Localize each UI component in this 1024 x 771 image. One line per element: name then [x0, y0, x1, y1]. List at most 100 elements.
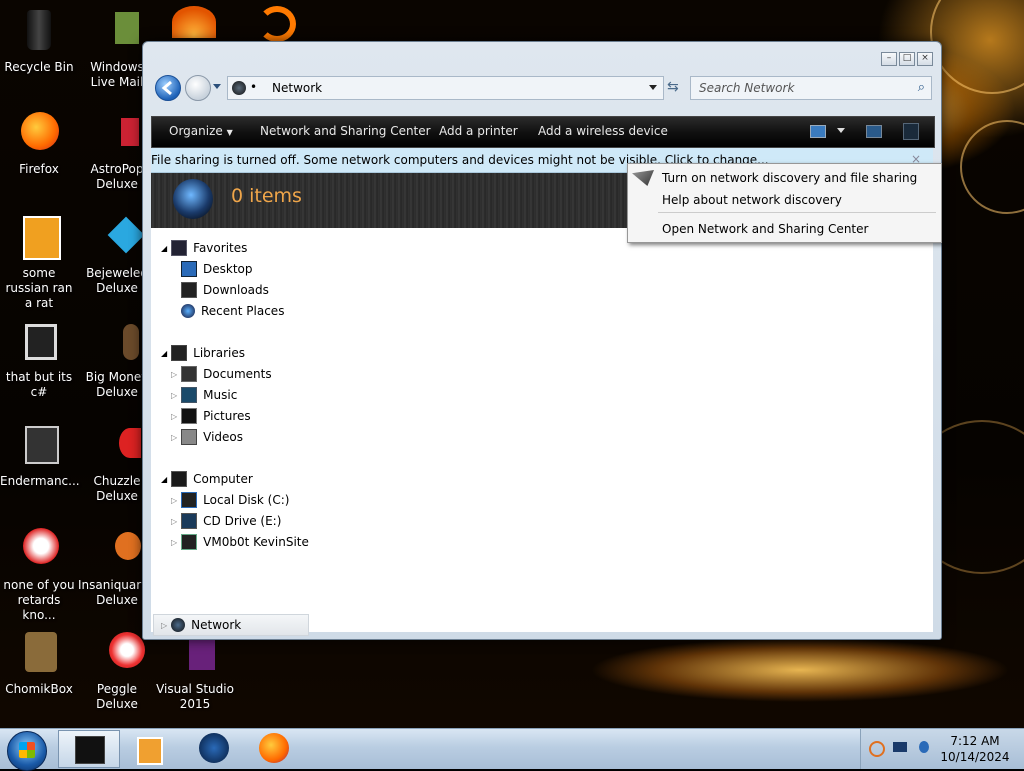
- help-icon[interactable]: [903, 123, 919, 140]
- desktop-icon-that-but-its-c[interactable]: that but its c#: [0, 318, 78, 400]
- tree-label: Downloads: [203, 283, 269, 297]
- chomikbox-icon: [15, 630, 63, 678]
- tree-label: VM0b0t KevinSite: [203, 535, 309, 549]
- tree-item-local-disk[interactable]: ▷ Local Disk (C:): [171, 490, 289, 510]
- view-dropdown-icon[interactable]: [837, 128, 845, 133]
- tree-label: Music: [203, 388, 238, 402]
- tree-label: Videos: [203, 430, 244, 444]
- tree-item-libraries[interactable]: ◢ Libraries: [161, 343, 245, 363]
- clock-date[interactable]: 10/14/2024: [939, 750, 1011, 764]
- shortcut-icon: [15, 318, 63, 366]
- address-text: Network: [272, 81, 323, 95]
- desktop-icon-recycle-bin[interactable]: Recycle Bin: [0, 8, 78, 75]
- system-tray: 7:12 AM 10/14/2024: [860, 729, 1024, 769]
- command-bar: Organize ▼ Network and Sharing Center Ad…: [151, 116, 935, 148]
- minimize-button[interactable]: –: [881, 52, 897, 66]
- recent-pages-dropdown[interactable]: [213, 84, 221, 89]
- chevron-down-icon: ▼: [226, 128, 233, 137]
- network-sharing-center-button[interactable]: Network and Sharing Center: [260, 124, 431, 138]
- collapse-arrow-icon: ▷: [161, 620, 168, 630]
- search-tray-icon[interactable]: [869, 741, 885, 757]
- navigation-bar: • Network ⇆ Search Network ⌕: [153, 73, 932, 103]
- network-globe-icon[interactable]: [199, 733, 229, 763]
- tree-item-network[interactable]: ▷ Network: [161, 615, 241, 635]
- clock-time[interactable]: 7:12 AM: [945, 734, 1005, 748]
- maximize-button[interactable]: □: [899, 52, 915, 66]
- chuzzle-icon: [93, 422, 141, 470]
- collapse-arrow-icon: ▷: [171, 411, 178, 421]
- recent-places-icon: [181, 304, 195, 318]
- recycle-bin-icon: [15, 8, 63, 56]
- pictures-icon: [181, 408, 198, 424]
- tree-item-computer[interactable]: ◢ Computer: [161, 469, 253, 489]
- back-arrow-icon: [161, 80, 172, 96]
- desktop-icon-none-of-you[interactable]: none of you retards kno...: [0, 526, 78, 623]
- app-icon: [15, 526, 63, 574]
- desktop-icon: [181, 261, 197, 277]
- change-view-icon[interactable]: [810, 125, 826, 138]
- tree-label: Favorites: [193, 241, 248, 255]
- shield-icon: [632, 170, 654, 186]
- tree-label: Documents: [203, 367, 272, 381]
- forward-button[interactable]: [185, 75, 211, 101]
- downloads-icon: [181, 282, 197, 298]
- search-icon[interactable]: ⌕: [918, 80, 925, 95]
- search-box[interactable]: Search Network ⌕: [690, 76, 932, 100]
- tree-label: Pictures: [203, 409, 251, 423]
- firefox-icon[interactable]: [172, 6, 216, 38]
- menu-item-open-network-sharing-center[interactable]: Open Network and Sharing Center: [662, 222, 868, 236]
- media-player-icon[interactable]: [137, 737, 163, 765]
- tree-item-downloads[interactable]: Downloads: [181, 280, 269, 300]
- desktop-icon-endermanc[interactable]: Endermanc...: [0, 422, 80, 489]
- organize-button[interactable]: Organize ▼: [169, 124, 233, 138]
- tree-label: Local Disk (C:): [203, 493, 290, 507]
- app-icon[interactable]: [258, 6, 296, 42]
- tree-item-cd-drive[interactable]: ▷ CD Drive (E:): [171, 511, 281, 531]
- tree-item-music[interactable]: ▷ Music: [171, 385, 237, 405]
- add-printer-button[interactable]: Add a printer: [439, 124, 518, 138]
- astropop-icon: [93, 110, 141, 158]
- insaniquarium-icon: [93, 526, 141, 574]
- firefox-icon[interactable]: [259, 733, 289, 763]
- desktop-icon-peggle-deluxe[interactable]: Peggle Deluxe: [78, 630, 156, 712]
- refresh-icon[interactable]: ⇆: [667, 79, 679, 95]
- desktop-icon-visual-studio[interactable]: Visual Studio 2015: [156, 630, 234, 712]
- bejeweled-icon: [93, 214, 145, 262]
- tree-label: CD Drive (E:): [203, 514, 282, 528]
- big-money-icon: [93, 318, 141, 366]
- documents-icon: [181, 366, 198, 382]
- tree-item-documents[interactable]: ▷ Documents: [171, 364, 272, 384]
- taskbar-button-explorer[interactable]: [58, 730, 120, 768]
- network-icon: [232, 81, 246, 95]
- network-drive-icon: [181, 534, 198, 550]
- preview-pane-icon[interactable]: [866, 125, 882, 138]
- desktop-icon-chomikbox[interactable]: ChomikBox: [0, 630, 78, 697]
- tree-label: Computer: [193, 472, 253, 486]
- tree-item-videos[interactable]: ▷ Videos: [171, 427, 243, 447]
- tree-item-network-drive[interactable]: ▷ VM0b0t KevinSite: [171, 532, 309, 552]
- tree-item-desktop[interactable]: Desktop: [181, 259, 253, 279]
- add-wireless-device-button[interactable]: Add a wireless device: [538, 124, 668, 138]
- close-button[interactable]: ×: [917, 52, 933, 66]
- computer-icon: [171, 471, 188, 487]
- network-large-icon: [173, 179, 213, 219]
- start-button[interactable]: [7, 731, 47, 771]
- content-area: ◢ Favorites Desktop Downloads Recent Pla…: [151, 228, 933, 636]
- tree-item-pictures[interactable]: ▷ Pictures: [171, 406, 251, 426]
- desktop-icon-some-russian-ran-a-rat[interactable]: some russian ran a rat: [0, 214, 78, 311]
- taskbar: 7:12 AM 10/14/2024: [0, 728, 1024, 771]
- hard-drive-icon: [181, 492, 198, 508]
- network-tray-icon[interactable]: [893, 742, 907, 752]
- caption-buttons: – □ ×: [881, 52, 933, 66]
- back-button[interactable]: [155, 75, 181, 101]
- tree-label: Libraries: [193, 346, 245, 360]
- tree-item-favorites[interactable]: ◢ Favorites: [161, 238, 247, 258]
- volume-tray-icon[interactable]: [919, 741, 929, 753]
- menu-item-turn-on-network-discovery[interactable]: Turn on network discovery and file shari…: [662, 171, 917, 185]
- wallpaper-swirl: [930, 0, 1024, 94]
- tree-item-recent-places[interactable]: Recent Places: [181, 301, 284, 321]
- desktop-icon-firefox[interactable]: Firefox: [0, 110, 78, 177]
- address-dropdown-icon[interactable]: [649, 85, 657, 90]
- menu-item-help-network-discovery[interactable]: Help about network discovery: [662, 193, 842, 207]
- address-bar[interactable]: • Network: [227, 76, 664, 100]
